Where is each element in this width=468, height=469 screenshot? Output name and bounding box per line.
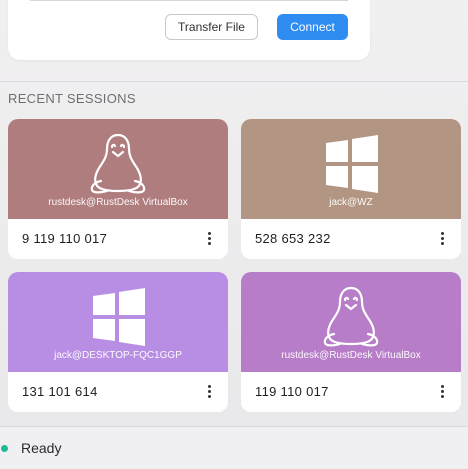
session-id: 131 101 614 bbox=[22, 384, 98, 399]
session-card[interactable]: rustdesk@RustDesk VirtualBox 9 119 110 0… bbox=[8, 119, 228, 259]
session-footer: 119 110 017 bbox=[241, 372, 461, 412]
session-thumbnail[interactable]: jack@DESKTOP-FQC1GGP bbox=[8, 272, 228, 372]
session-host-label: rustdesk@RustDesk VirtualBox bbox=[281, 350, 421, 361]
more-options-icon[interactable] bbox=[437, 230, 447, 248]
transfer-file-button[interactable]: Transfer File bbox=[165, 14, 258, 40]
more-options-icon[interactable] bbox=[204, 383, 214, 401]
session-card[interactable]: rustdesk@RustDesk VirtualBox 119 110 017 bbox=[241, 272, 461, 412]
session-thumbnail[interactable]: rustdesk@RustDesk VirtualBox bbox=[241, 272, 461, 372]
session-id: 9 119 110 017 bbox=[22, 231, 108, 246]
connect-panel: Transfer File Connect bbox=[8, 0, 370, 60]
session-id: 528 653 232 bbox=[255, 231, 331, 246]
linux-tux-icon bbox=[323, 286, 379, 347]
session-thumbnail[interactable]: jack@WZ bbox=[241, 119, 461, 219]
windows-icon bbox=[93, 288, 145, 346]
session-thumbnail[interactable]: rustdesk@RustDesk VirtualBox bbox=[8, 119, 228, 219]
more-options-icon[interactable] bbox=[204, 230, 214, 248]
linux-tux-icon bbox=[90, 133, 146, 194]
recent-sessions-title: RECENT SESSIONS bbox=[8, 91, 136, 106]
more-options-icon[interactable] bbox=[437, 383, 447, 401]
status-bar: Ready bbox=[0, 427, 468, 469]
session-footer: 131 101 614 bbox=[8, 372, 228, 412]
session-footer: 9 119 110 017 bbox=[8, 219, 228, 259]
session-host-label: jack@DESKTOP-FQC1GGP bbox=[54, 350, 182, 361]
session-card[interactable]: jack@DESKTOP-FQC1GGP 131 101 614 bbox=[8, 272, 228, 412]
windows-icon bbox=[326, 135, 378, 193]
session-id: 119 110 017 bbox=[255, 384, 329, 399]
connect-button[interactable]: Connect bbox=[277, 14, 348, 40]
session-footer: 528 653 232 bbox=[241, 219, 461, 259]
session-card[interactable]: jack@WZ 528 653 232 bbox=[241, 119, 461, 259]
session-host-label: jack@WZ bbox=[329, 197, 373, 208]
remote-id-input-underline[interactable] bbox=[30, 0, 348, 1]
session-host-label: rustdesk@RustDesk VirtualBox bbox=[48, 197, 188, 208]
status-text: Ready bbox=[21, 440, 62, 456]
section-divider bbox=[0, 81, 468, 82]
status-indicator-icon bbox=[1, 445, 8, 452]
